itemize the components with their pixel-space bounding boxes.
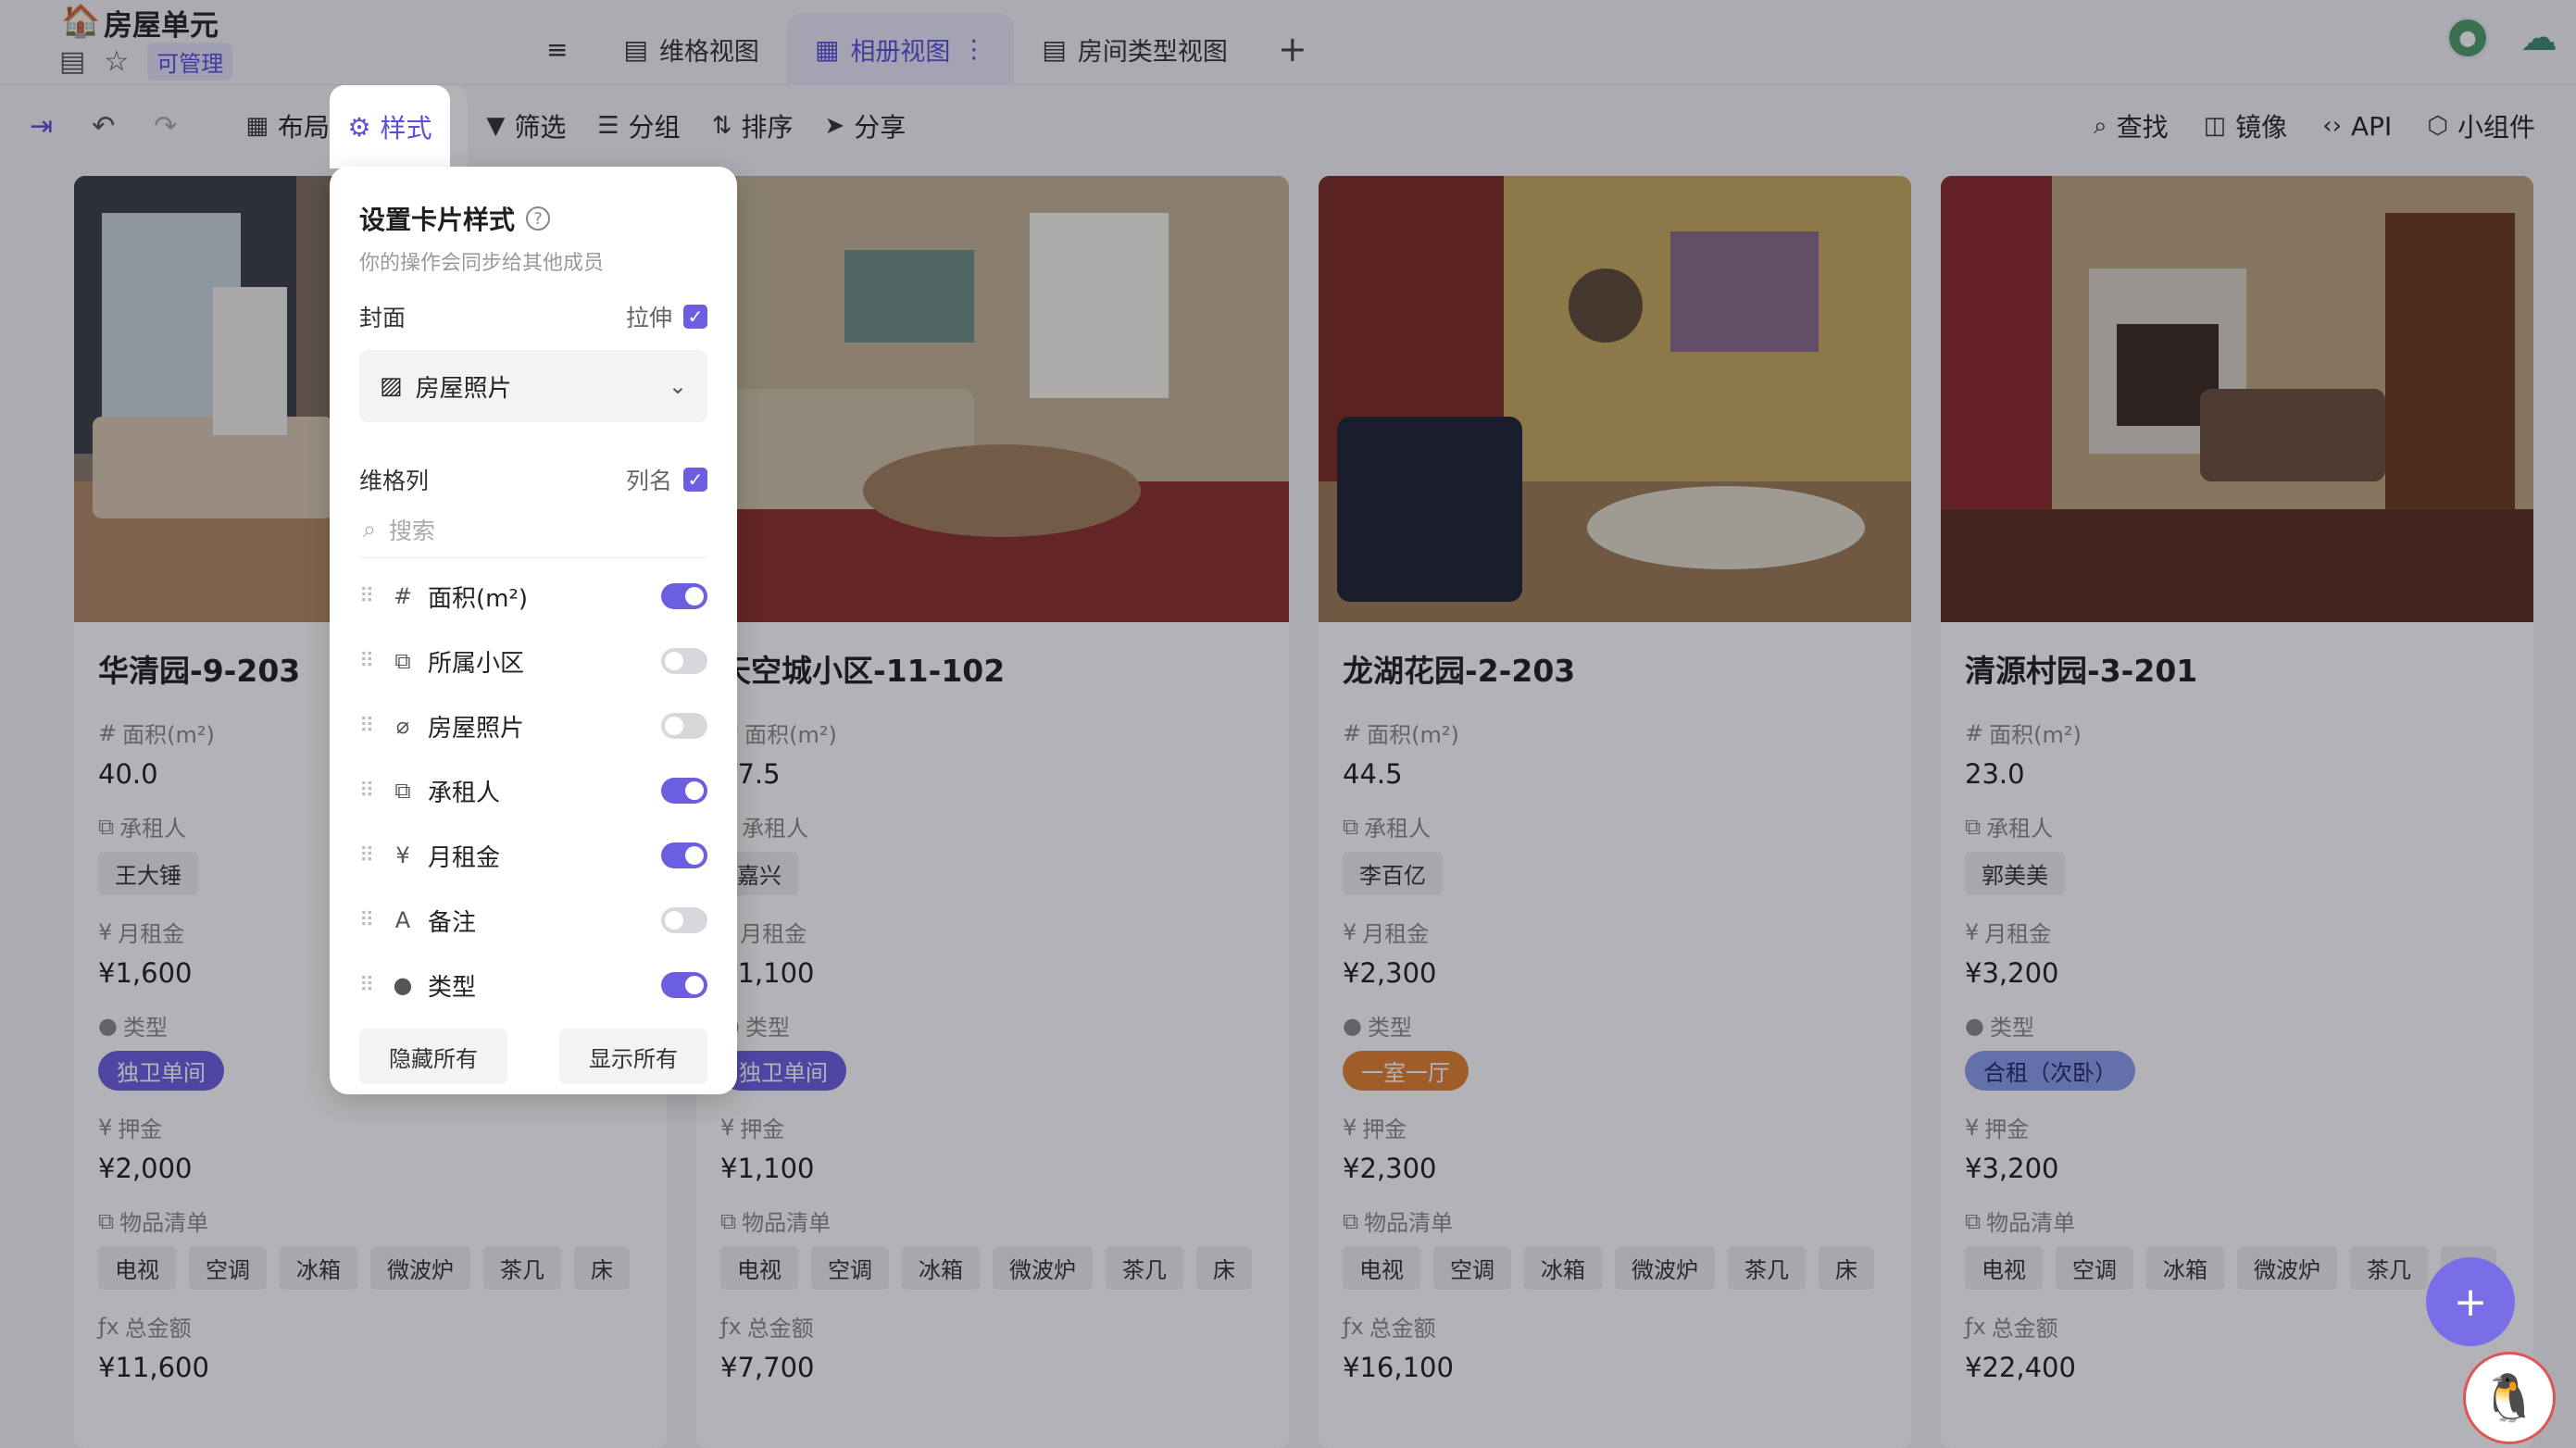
popover-subtitle: 你的操作会同步给其他成员 xyxy=(359,252,605,275)
column-label: 月租金 xyxy=(428,843,501,872)
style-label: 样式 xyxy=(380,113,432,144)
column-label: 备注 xyxy=(428,908,477,937)
column-item[interactable]: ⠿ ● 类型 xyxy=(359,953,707,1017)
stretch-option: 拉伸 ✓ xyxy=(626,300,707,333)
cover-label: 封面 xyxy=(359,305,406,331)
column-item[interactable]: ⠿ # 面积(m²) xyxy=(359,564,707,629)
drag-handle-icon[interactable]: ⠿ xyxy=(359,844,387,868)
column-toggle[interactable] xyxy=(661,713,707,739)
gear-icon: ⚙ xyxy=(347,111,371,143)
cover-row: 封面 拉伸 ✓ xyxy=(359,300,707,333)
column-toggle[interactable] xyxy=(661,843,707,868)
app-root: 🏠 房屋单元 ▤ ☆ 可管理 ≡ ▤ 维格视图 ▦ 相册视图 ⋮ ▤ 房间类型视… xyxy=(0,0,2576,1448)
attachment-icon: ⌀ xyxy=(395,713,410,739)
text-icon: A xyxy=(394,907,411,933)
column-label: 类型 xyxy=(428,973,477,1002)
column-toggle[interactable] xyxy=(661,648,707,674)
popover-header: 设置卡片样式 ? xyxy=(359,200,707,237)
assistant-mascot-icon[interactable]: 🐧 xyxy=(2463,1352,2556,1444)
column-toggle[interactable] xyxy=(661,778,707,804)
card-style-popover: 设置卡片样式 ? 你的操作会同步给其他成员 封面 拉伸 ✓ ▨ 房屋照片 ⌄ 维… xyxy=(330,167,737,1094)
drag-handle-icon[interactable]: ⠿ xyxy=(359,974,387,997)
chevron-down-icon: ⌄ xyxy=(668,373,687,399)
colname-checkbox[interactable]: ✓ xyxy=(683,468,707,492)
column-search-input[interactable]: ⌕ 搜索 xyxy=(359,513,707,558)
style-button-active[interactable]: ⚙ 样式 xyxy=(330,85,450,169)
column-item[interactable]: ⠿ ¥ 月租金 xyxy=(359,823,707,888)
link-icon: ⧉ xyxy=(394,778,411,804)
column-toggle[interactable] xyxy=(661,907,707,933)
column-label: 面积(m²) xyxy=(428,584,529,613)
column-item[interactable]: ⠿ A 备注 xyxy=(359,888,707,953)
help-icon[interactable]: ? xyxy=(526,206,551,231)
drag-handle-icon[interactable]: ⠿ xyxy=(359,650,387,673)
popover-title: 设置卡片样式 xyxy=(359,205,516,235)
show-all-button[interactable]: 显示所有 xyxy=(559,1029,707,1084)
drag-handle-icon[interactable]: ⠿ xyxy=(359,780,387,803)
column-item[interactable]: ⠿ ⧉ 所属小区 xyxy=(359,629,707,693)
column-item[interactable]: ⠿ ⌀ 房屋照片 xyxy=(359,693,707,758)
cover-select[interactable]: ▨ 房屋照片 ⌄ xyxy=(359,350,707,422)
search-icon: ⌕ xyxy=(363,516,377,543)
colname-option: 列名 ✓ xyxy=(626,463,707,496)
colname-label: 列名 xyxy=(625,468,672,494)
columns-row: 维格列 列名 ✓ xyxy=(359,463,707,496)
drag-handle-icon[interactable]: ⠿ xyxy=(359,909,387,932)
link-icon: ⧉ xyxy=(394,648,411,674)
column-item[interactable]: ⠿ ⧉ 承租人 xyxy=(359,758,707,823)
stretch-checkbox[interactable]: ✓ xyxy=(683,305,707,329)
columns-label: 维格列 xyxy=(359,468,430,494)
currency-icon: ¥ xyxy=(395,843,410,868)
column-label: 承租人 xyxy=(428,779,501,807)
column-label: 所属小区 xyxy=(428,649,525,678)
stretch-label: 拉伸 xyxy=(625,305,672,331)
drag-handle-icon[interactable]: ⠿ xyxy=(359,715,387,738)
column-label: 房屋照片 xyxy=(428,714,525,743)
hide-all-button[interactable]: 隐藏所有 xyxy=(359,1029,507,1084)
column-toggle[interactable] xyxy=(661,583,707,609)
drag-handle-icon[interactable]: ⠿ xyxy=(359,585,387,608)
image-icon: ▨ xyxy=(380,372,403,400)
cover-select-value: 房屋照片 xyxy=(415,374,512,403)
popover-actions: 隐藏所有 显示所有 xyxy=(359,1029,707,1084)
column-list: ⠿ # 面积(m²) ⠿ ⧉ 所属小区 ⠿ ⌀ 房屋照片 ⠿ ⧉ 承租人 ⠿ ¥… xyxy=(359,564,707,1017)
search-placeholder: 搜索 xyxy=(389,518,436,544)
number-icon: # xyxy=(393,583,413,609)
add-record-button[interactable]: + xyxy=(2426,1257,2515,1346)
column-toggle[interactable] xyxy=(661,972,707,998)
select-icon: ● xyxy=(393,972,413,998)
